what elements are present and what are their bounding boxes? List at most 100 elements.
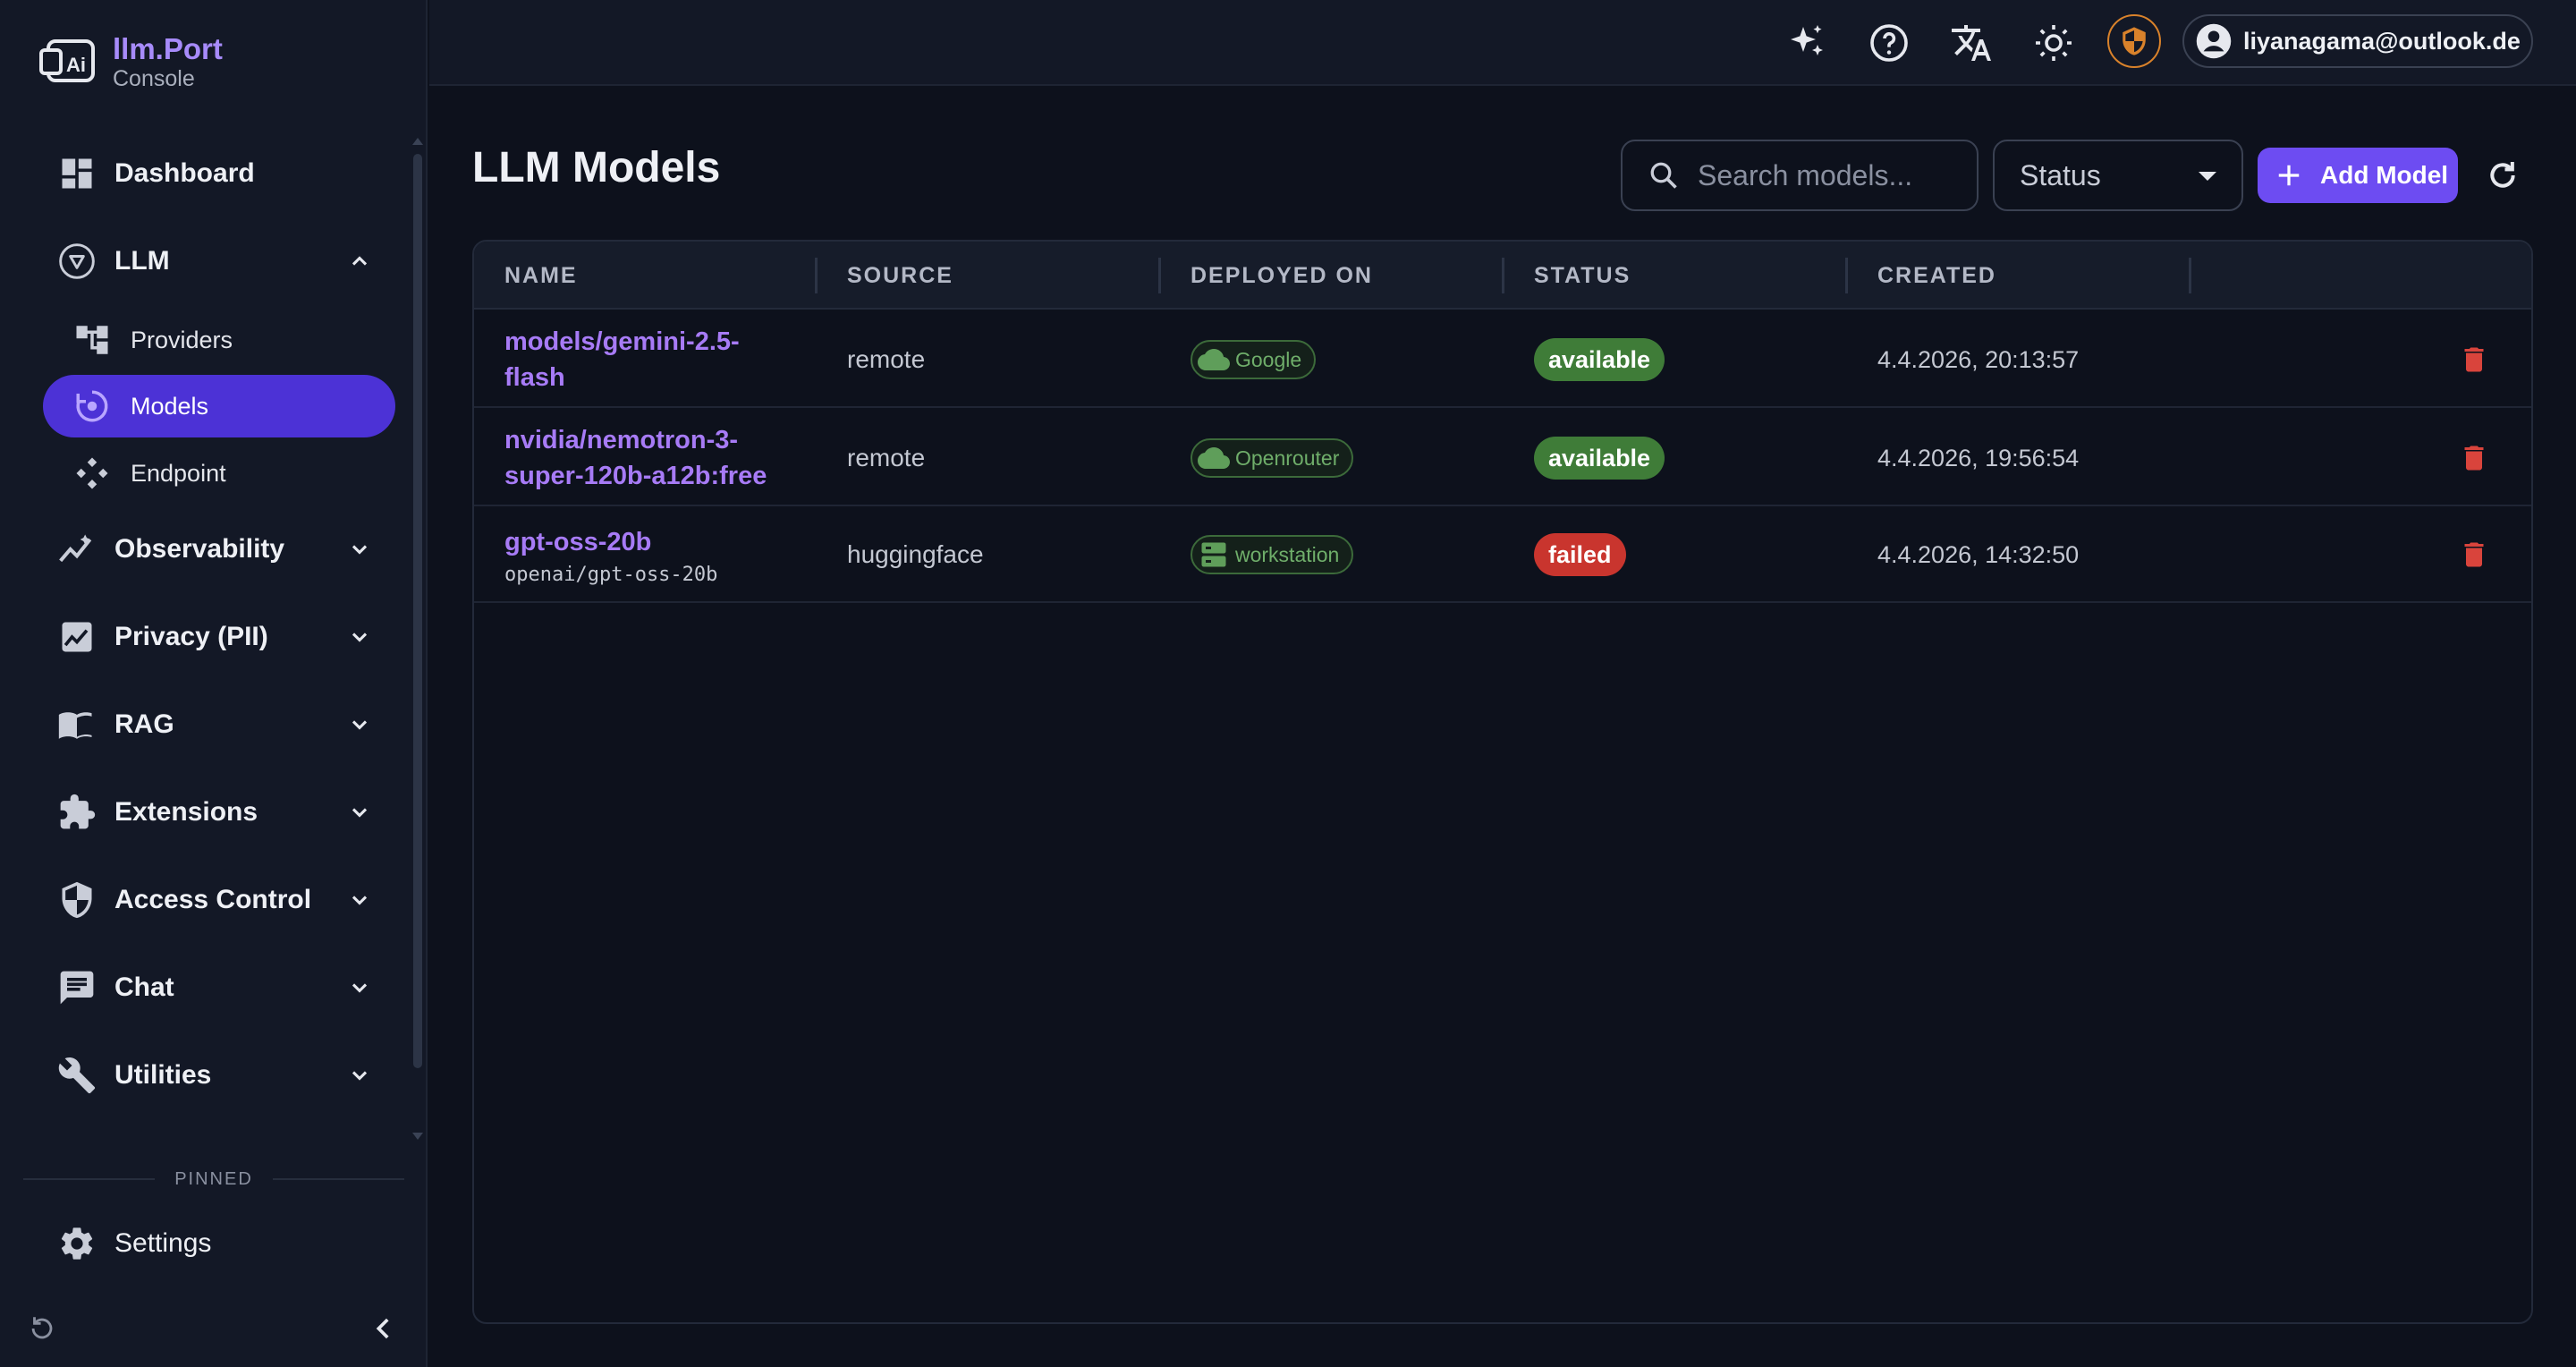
chevron-down-icon (352, 983, 368, 993)
column-header-deployed-on[interactable]: DEPLOYED ON (1191, 242, 1373, 310)
status-filter-select[interactable]: Status (1993, 140, 2243, 211)
model-name-link[interactable]: nvidia/nemotron-3- super-120b-a12b:free (504, 422, 767, 494)
plus-icon (2278, 165, 2300, 186)
sidebar-item-privacy[interactable]: Privacy (PII) (43, 605, 383, 669)
model-name-cell: nvidia/nemotron-3- super-120b-a12b:free (504, 410, 767, 506)
sidebar-item-dashboard[interactable]: Dashboard (43, 141, 383, 206)
providers-icon (76, 326, 108, 354)
chat-icon (60, 971, 94, 1005)
sidebar-item-settings[interactable]: Settings (43, 1211, 383, 1276)
sidebar-scroll-thumb[interactable] (413, 154, 422, 1068)
search-icon (1650, 162, 1677, 189)
privacy-icon (62, 622, 92, 652)
sidebar-item-label: Utilities (114, 1060, 212, 1090)
created-cell: 4.4.2026, 19:56:54 (1877, 410, 2079, 506)
provider-label: Google (1235, 347, 1302, 371)
status-badge: available (1534, 437, 1665, 480)
column-divider[interactable] (1845, 258, 1848, 293)
add-model-button[interactable]: Add Model (2258, 148, 2458, 203)
created-timestamp: 4.4.2026, 20:13:57 (1877, 345, 2080, 373)
sidebar-item-models[interactable]: Models (43, 375, 395, 437)
sidebar-item-label: LLM (114, 246, 170, 276)
column-divider[interactable] (1158, 258, 1161, 293)
sidebar-item-rag[interactable]: RAG (43, 692, 383, 757)
llm-icon (59, 243, 95, 279)
table-row[interactable]: models/gemini-2.5- flash remote Google a… (474, 311, 2531, 408)
sidebar-item-label: Access Control (114, 885, 312, 914)
sidebar-item-access-control[interactable]: Access Control (43, 868, 383, 932)
column-header-status[interactable]: STATUS (1534, 242, 1631, 310)
column-header-source[interactable]: SOURCE (847, 242, 953, 310)
brand-name: llm.Port (113, 32, 223, 65)
chevron-down-icon (352, 545, 368, 555)
cloud-icon (1198, 446, 1230, 469)
refresh-icon[interactable] (27, 1313, 57, 1344)
brand[interactable]: Ai llm.Port Console (39, 32, 223, 91)
translate-icon[interactable] (1950, 21, 1993, 64)
sidebar-item-endpoint[interactable]: Endpoint (43, 442, 395, 505)
user-email: liyanagama@outlook.de (2243, 27, 2521, 55)
refresh-icon[interactable] (2485, 157, 2521, 193)
search-input[interactable] (1698, 158, 1966, 192)
search-box[interactable] (1621, 140, 1979, 211)
chevron-down-icon (352, 896, 368, 905)
deployed-on-cell: Google (1191, 311, 1317, 408)
created-cell: 4.4.2026, 14:32:50 (1877, 506, 2079, 603)
column-header-created[interactable]: CREATED (1877, 242, 1996, 310)
source-cell: remote (847, 311, 925, 408)
wrench-icon (58, 1057, 96, 1094)
sidebar-item-llm[interactable]: LLM (43, 229, 383, 293)
status-badge: available (1534, 338, 1665, 381)
model-name-link[interactable]: models/gemini-2.5- flash (504, 324, 740, 395)
delete-icon[interactable] (2458, 442, 2490, 474)
created-timestamp: 4.4.2026, 19:56:54 (1877, 444, 2080, 471)
provider-chip[interactable]: workstation (1191, 535, 1354, 574)
sidebar-item-label: Observability (114, 534, 285, 564)
column-header-name[interactable]: NAME (504, 242, 578, 310)
dashboard-icon (62, 158, 92, 189)
sidebar-item-label: Dashboard (114, 158, 255, 188)
pinned-separator: PINNED (23, 1168, 405, 1190)
chevron-down-icon (352, 720, 368, 730)
model-name-cell: gpt-oss-20b openai/gpt-oss-20b (504, 506, 717, 603)
chevron-up-icon (352, 256, 368, 266)
delete-icon[interactable] (2458, 344, 2490, 376)
theme-sun-icon[interactable] (2032, 21, 2075, 64)
sidebar-item-label: Endpoint (131, 459, 226, 487)
scroll-up-arrow[interactable] (412, 138, 423, 145)
sidebar-item-chat[interactable]: Chat (43, 955, 383, 1020)
sidebar-item-label: Extensions (114, 797, 258, 827)
models-icon (76, 390, 108, 422)
source-text: remote (847, 444, 926, 471)
sidebar-item-label: Providers (131, 326, 233, 353)
sidebar-item-utilities[interactable]: Utilities (43, 1043, 383, 1108)
observability-icon (59, 534, 92, 563)
chevron-down-icon (352, 1071, 368, 1081)
chevron-left-icon[interactable] (369, 1313, 399, 1344)
user-menu-button[interactable]: liyanagama@outlook.de (2182, 14, 2533, 68)
table-row[interactable]: gpt-oss-20b openai/gpt-oss-20b huggingfa… (474, 506, 2531, 603)
column-divider[interactable] (1502, 258, 1504, 293)
shield-icon (62, 881, 92, 919)
help-icon[interactable] (1868, 21, 1911, 64)
sidebar-item-label: Settings (114, 1228, 212, 1258)
gear-icon (61, 1227, 93, 1260)
scroll-down-arrow[interactable] (412, 1133, 423, 1140)
source-text: remote (847, 345, 926, 373)
sidebar-item-providers[interactable]: Providers (43, 309, 395, 371)
column-divider[interactable] (815, 258, 818, 293)
column-divider[interactable] (2189, 258, 2191, 293)
sidebar-item-extensions[interactable]: Extensions (43, 780, 383, 845)
status-badge: failed (1534, 533, 1626, 576)
provider-chip[interactable]: Openrouter (1191, 438, 1354, 478)
model-name-link[interactable]: gpt-oss-20b (504, 524, 717, 560)
status-cell: available (1534, 410, 1665, 506)
security-status-button[interactable] (2107, 14, 2161, 68)
provider-chip[interactable]: Google (1191, 340, 1317, 379)
status-cell: failed (1534, 506, 1626, 603)
table-row[interactable]: nvidia/nemotron-3- super-120b-a12b:free … (474, 410, 2531, 506)
sidebar-item-observability[interactable]: Observability (43, 517, 383, 582)
model-name-part: flash (504, 363, 565, 392)
sparkles-icon[interactable] (1785, 21, 1828, 64)
delete-icon[interactable] (2458, 539, 2490, 571)
